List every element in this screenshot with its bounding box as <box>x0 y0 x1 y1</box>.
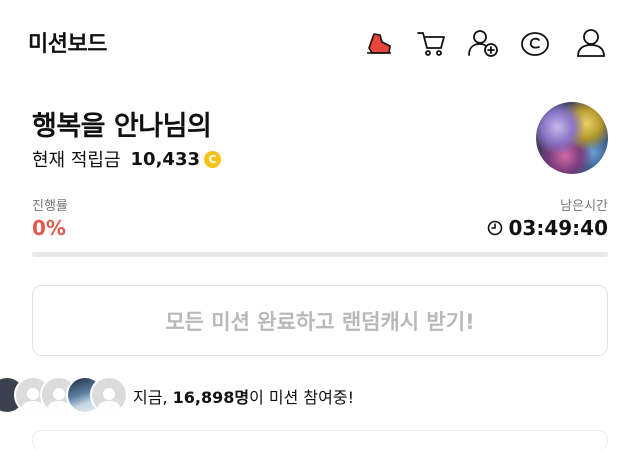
profile-icon[interactable] <box>574 26 608 60</box>
participants-prefix: 지금, <box>133 388 173 407</box>
balance-row: 현재 적립금 10,433 C <box>32 146 221 172</box>
progress-bar <box>32 252 608 257</box>
clock-icon <box>487 220 502 236</box>
balance-label: 현재 적립금 <box>32 150 121 171</box>
cart-icon[interactable] <box>414 26 448 60</box>
user-name: 행복을 안나님의 <box>32 111 212 142</box>
participants-suffix: 이 미션 참여중! <box>249 388 354 407</box>
page-title: 미션보드 <box>28 32 107 57</box>
cash-coin-icon[interactable] <box>518 26 552 60</box>
participants-count: 16,898명 <box>172 388 250 407</box>
participant-avatar <box>90 376 128 414</box>
balance-value: 10,433 <box>130 148 200 170</box>
progress-label: 진행률 <box>32 199 68 214</box>
coin-icon: C <box>204 150 221 168</box>
claim-random-cash-button[interactable]: 모든 미션 완료하고 랜덤캐시 받기! <box>32 285 608 356</box>
header-bar: 미션보드 <box>0 0 640 80</box>
add-friend-icon[interactable] <box>466 26 500 60</box>
time-remaining: 03:49:40 <box>487 216 609 240</box>
avatar[interactable] <box>536 102 608 174</box>
mission-shoe-icon[interactable] <box>362 26 396 60</box>
participants-text: 지금, 16,898명이 미션 참여중! <box>133 384 354 408</box>
mission-list-card <box>32 430 608 451</box>
time-remaining-label: 남은시간 <box>560 199 608 214</box>
time-remaining-value: 03:49:40 <box>508 216 609 240</box>
progress-value: 0% <box>32 216 66 240</box>
